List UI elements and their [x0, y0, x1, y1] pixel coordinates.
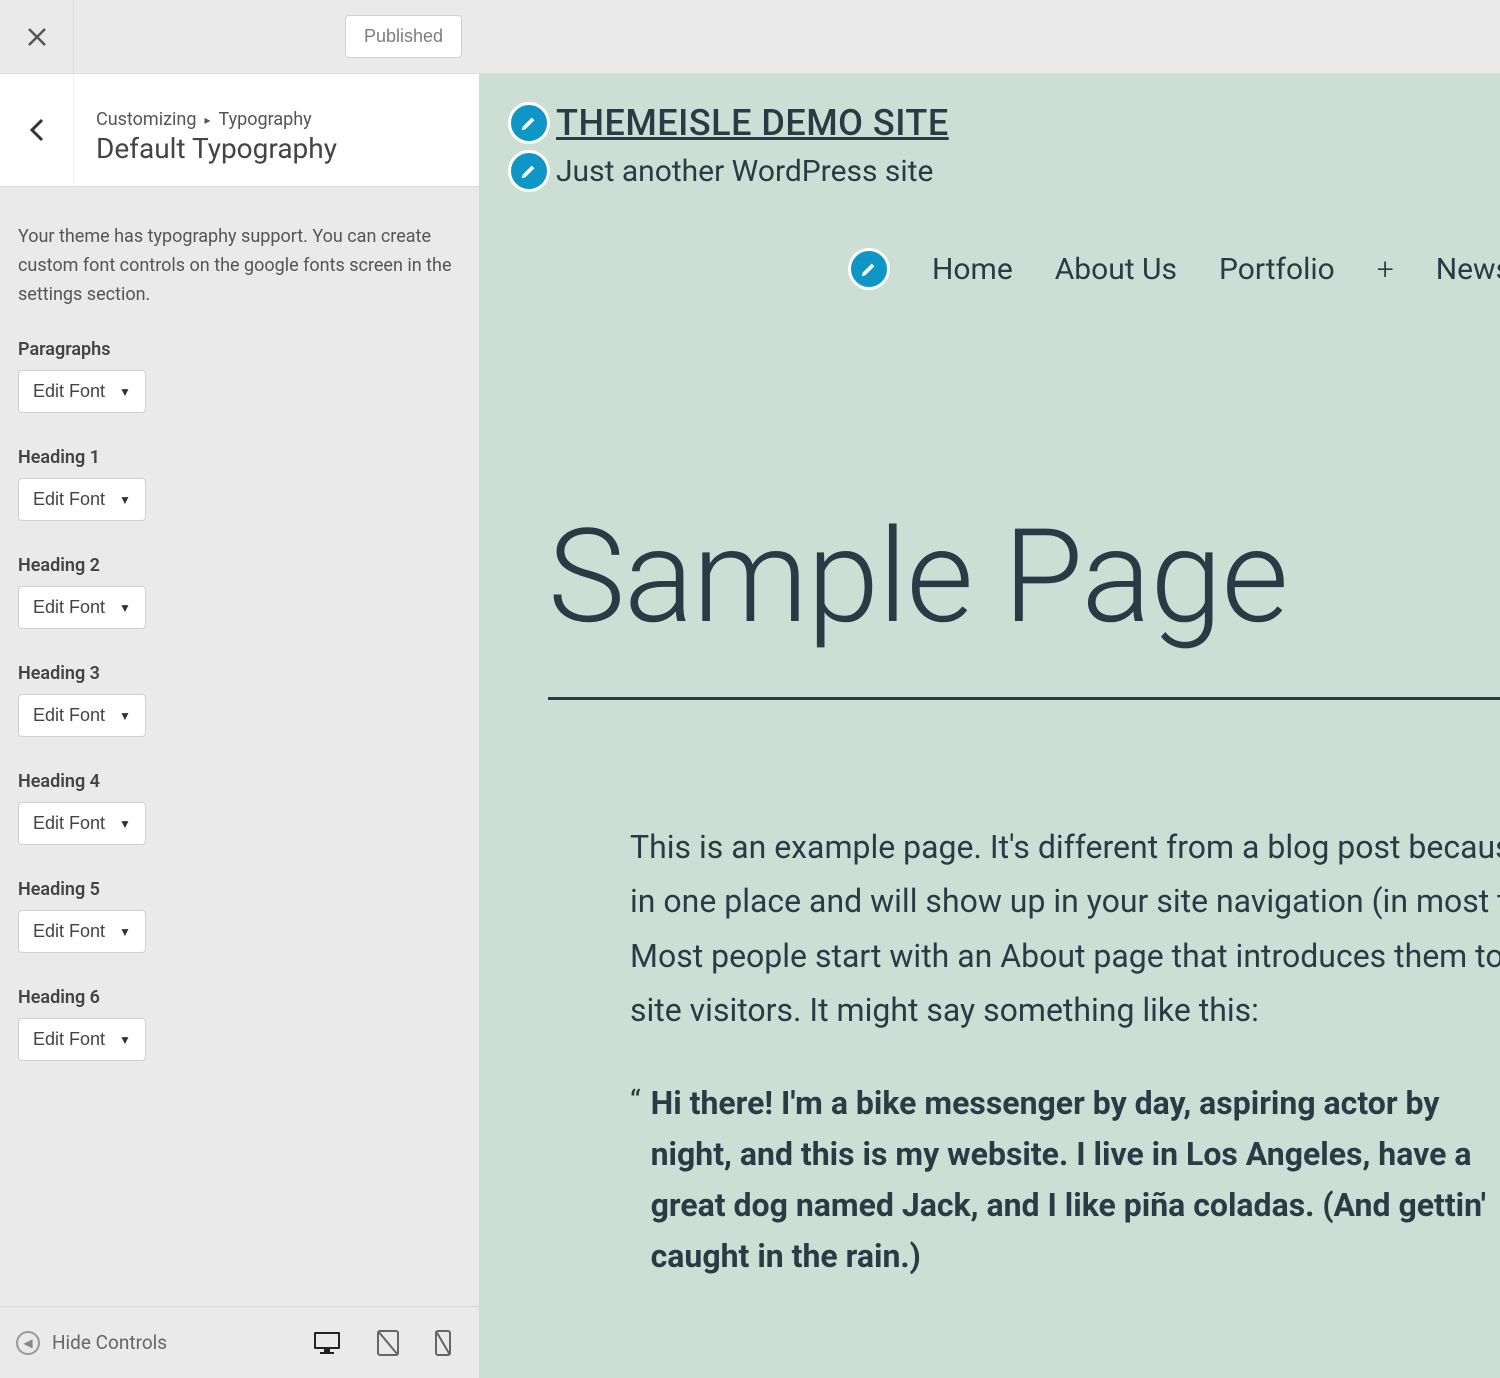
nav-item-home[interactable]: Home [932, 252, 1013, 287]
edit-font-h6[interactable]: Edit Font ▼ [18, 1018, 146, 1061]
hide-controls-button[interactable]: ◀ Hide Controls [16, 1331, 301, 1355]
edit-site-title-button[interactable] [508, 102, 550, 144]
page-title: Sample Page [480, 500, 1500, 653]
nav-item-portfolio[interactable]: Portfolio [1219, 252, 1335, 287]
site-tagline: Just another WordPress site [556, 154, 933, 189]
edit-site-tagline-button[interactable] [508, 150, 550, 192]
pencil-icon [860, 260, 878, 278]
customizer-topbar: Published [0, 0, 1500, 74]
control-label: Heading 2 [18, 555, 461, 576]
quote-mark-icon: “ [630, 1084, 641, 1283]
select-text: Edit Font [33, 1029, 105, 1050]
control-label: Heading 5 [18, 879, 461, 900]
nav-item-about[interactable]: About Us [1055, 252, 1177, 287]
device-desktop-button[interactable] [313, 1330, 341, 1356]
control-label: Paragraphs [18, 339, 461, 360]
edit-font-h1[interactable]: Edit Font ▼ [18, 478, 146, 521]
select-text: Edit Font [33, 381, 105, 402]
page-paragraph: This is an example page. It's different … [480, 820, 1500, 1038]
caret-down-icon: ▼ [119, 1033, 131, 1047]
site-title-link[interactable]: THEMEISLE DEMO SITE [556, 102, 949, 144]
preview-pane: THEMEISLE DEMO SITE Just another WordPre… [480, 74, 1500, 1378]
quote-text: Hi there! I'm a bike messenger by day, a… [651, 1078, 1500, 1283]
customizer-sidebar: Customizing ▸ Typography Default Typogra… [0, 74, 480, 1378]
nav-item-news[interactable]: News [1436, 252, 1500, 287]
desktop-icon [313, 1331, 341, 1355]
caret-down-icon: ▼ [119, 385, 131, 399]
select-text: Edit Font [33, 813, 105, 834]
caret-down-icon: ▼ [119, 493, 131, 507]
hide-controls-label: Hide Controls [52, 1331, 167, 1354]
caret-down-icon: ▼ [119, 601, 131, 615]
section-title: Default Typography [96, 132, 457, 165]
close-icon [27, 27, 47, 47]
select-text: Edit Font [33, 489, 105, 510]
section-description: Your theme has typography support. You c… [18, 223, 461, 309]
control-label: Heading 1 [18, 447, 461, 468]
blockquote: “ Hi there! I'm a bike messenger by day,… [480, 1078, 1500, 1283]
control-label: Heading 4 [18, 771, 461, 792]
pencil-icon [520, 114, 538, 132]
control-label: Heading 3 [18, 663, 461, 684]
close-customizer-button[interactable] [0, 0, 74, 74]
breadcrumb-bar: Customizing ▸ Typography Default Typogra… [0, 74, 479, 187]
breadcrumb: Customizing ▸ Typography Default Typogra… [74, 74, 479, 186]
control-label: Heading 6 [18, 987, 461, 1008]
select-text: Edit Font [33, 597, 105, 618]
preview-nav: Home About Us Portfolio + News [508, 248, 1472, 290]
pencil-icon [520, 162, 538, 180]
breadcrumb-leaf: Typography [218, 109, 311, 130]
published-button[interactable]: Published [345, 15, 462, 58]
breadcrumb-sep-icon: ▸ [204, 113, 210, 127]
controls-scroll: Your theme has typography support. You c… [0, 187, 479, 1306]
device-tablet-button[interactable] [377, 1330, 399, 1356]
edit-font-h2[interactable]: Edit Font ▼ [18, 586, 146, 629]
device-mobile-button[interactable] [435, 1330, 451, 1356]
tablet-icon [377, 1330, 399, 1356]
caret-down-icon: ▼ [119, 817, 131, 831]
publish-area: Published [74, 0, 480, 73]
breadcrumb-root: Customizing [96, 109, 196, 130]
edit-font-h5[interactable]: Edit Font ▼ [18, 910, 146, 953]
edit-font-h4[interactable]: Edit Font ▼ [18, 802, 146, 845]
caret-down-icon: ▼ [119, 709, 131, 723]
edit-font-h3[interactable]: Edit Font ▼ [18, 694, 146, 737]
hide-controls-icon: ◀ [16, 1331, 40, 1355]
caret-down-icon: ▼ [119, 925, 131, 939]
chevron-left-icon [28, 116, 46, 144]
nav-add-icon[interactable]: + [1377, 252, 1394, 287]
mobile-icon [435, 1330, 451, 1356]
customizer-footer: ◀ Hide Controls [0, 1306, 479, 1378]
edit-nav-button[interactable] [848, 248, 890, 290]
back-button[interactable] [0, 74, 74, 186]
edit-font-paragraphs[interactable]: Edit Font ▼ [18, 370, 146, 413]
select-text: Edit Font [33, 705, 105, 726]
title-divider [548, 697, 1500, 700]
select-text: Edit Font [33, 921, 105, 942]
